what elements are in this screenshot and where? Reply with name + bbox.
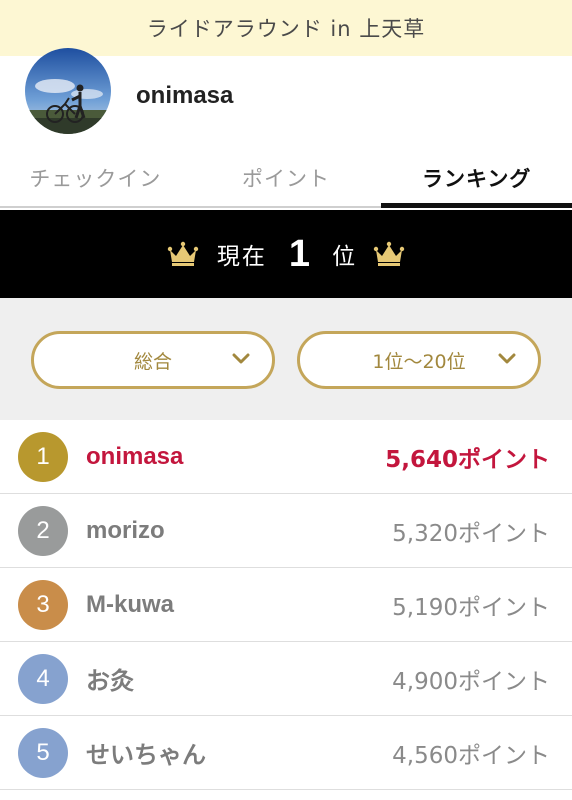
tab-points[interactable]: ポイント [191,150,382,206]
ranking-points: 4,900ポイント [392,668,550,695]
rank-badge: 4 [18,653,68,704]
current-rank-banner: 現在 1 位 [0,210,572,298]
app-title: ライドアラウンド in 上天草 [146,17,426,41]
range-select[interactable]: 1位〜20位 [297,331,541,389]
rank-badge: 5 [18,727,68,778]
ranking-points: 5,320ポイント [392,520,550,547]
chevron-down-icon [498,353,516,364]
app-header: ライドアラウンド in 上天草 [0,0,572,56]
avatar-photo [25,48,111,134]
ranking-name: せいちゃん [86,742,206,769]
chevron-down-icon [232,353,250,364]
rank-badge: 2 [18,505,68,556]
rank-number: 1 [288,232,311,275]
tab-bar: チェックイン ポイント ランキング [0,150,572,208]
rank-badge: 3 [18,579,68,630]
rank-badge: 1 [18,431,68,482]
ranking-name: お灸 [86,668,134,695]
ranking-points: 5,640ポイント [385,446,550,473]
rank-prefix: 現在 [216,244,267,270]
ranking-points: 5,190ポイント [392,594,550,621]
filter-area: 総合 1位〜20位 [0,298,572,420]
ranking-row[interactable]: 2 morizo 5,320ポイント [0,494,572,568]
profile-username: onimasa [136,82,234,109]
tab-ranking[interactable]: ランキング [381,150,572,208]
ranking-name: morizo [86,516,165,544]
tab-checkin[interactable]: チェックイン [0,150,191,206]
ranking-name: M-kuwa [86,590,175,618]
ranking-points: 4,560ポイント [392,742,550,769]
category-select[interactable]: 総合 [31,331,275,389]
ranking-row[interactable]: 1 onimasa 5,640ポイント [0,420,572,494]
ranking-name: onimasa [86,442,184,470]
rank-suffix: 位 [332,244,356,270]
avatar[interactable] [25,48,111,134]
ranking-row[interactable]: 3 M-kuwa 5,190ポイント [0,568,572,642]
ranking-row[interactable]: 4 お灸 4,900ポイント [0,642,572,716]
category-select-value: 総合 [133,350,172,373]
crown-icon [167,241,199,266]
ranking-row[interactable]: 5 せいちゃん 4,560ポイント [0,716,572,790]
crown-icon [373,241,405,266]
ranking-list: 1 onimasa 5,640ポイント 2 morizo 5,320ポイント 3… [0,420,572,790]
range-select-value: 1位〜20位 [372,350,466,373]
